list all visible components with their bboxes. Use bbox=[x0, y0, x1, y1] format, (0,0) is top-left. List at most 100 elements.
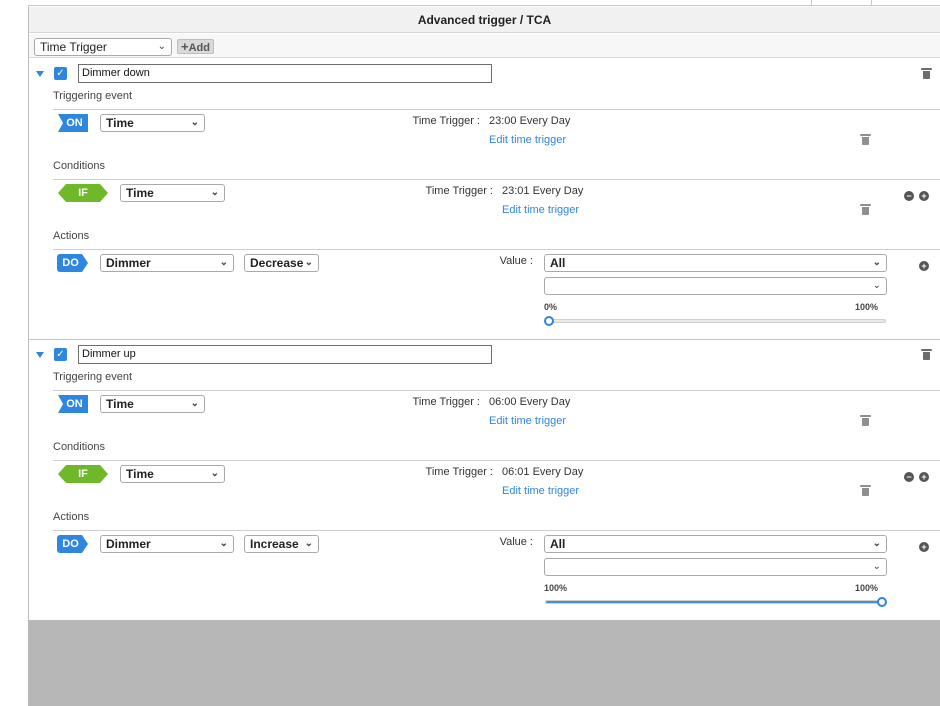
value-slider-handle[interactable] bbox=[877, 597, 887, 607]
divider bbox=[53, 390, 940, 391]
chevron-down-icon: ⌄ bbox=[872, 561, 881, 572]
collapse-caret-icon[interactable] bbox=[36, 352, 44, 358]
chevron-down-icon: ⌄ bbox=[872, 280, 881, 291]
value-slider-fill bbox=[546, 601, 881, 603]
divider bbox=[53, 109, 940, 110]
value-select[interactable]: All ⌄ bbox=[544, 535, 887, 553]
time-trigger-value: 06:01 Every Day bbox=[502, 466, 584, 478]
chevron-down-icon: ⌄ bbox=[872, 257, 881, 268]
time-trigger-label: Time Trigger : bbox=[425, 466, 493, 478]
delete-trigger-icon[interactable] bbox=[860, 134, 871, 145]
action-operation-select[interactable]: Increase ⌄ bbox=[244, 535, 319, 553]
trigger-panel bbox=[28, 6, 940, 620]
chevron-down-icon: ⌄ bbox=[190, 398, 199, 409]
chevron-down-icon: ⌄ bbox=[219, 257, 228, 268]
slider-max-label: 100% bbox=[855, 302, 879, 312]
rule-enabled-checkbox[interactable]: ✓ bbox=[54, 67, 67, 80]
empty-area bbox=[28, 620, 940, 706]
delete-condition-icon[interactable] bbox=[860, 485, 871, 496]
rule-name-input[interactable]: Dimmer up bbox=[78, 345, 492, 364]
time-trigger-label: Time Trigger : bbox=[425, 185, 493, 197]
section-label-trigger: Triggering event bbox=[53, 90, 133, 102]
time-trigger-value: 23:01 Every Day bbox=[502, 185, 584, 197]
condition-select[interactable]: Time ⌄ bbox=[120, 184, 225, 202]
delete-condition-icon[interactable] bbox=[860, 204, 871, 215]
do-badge: DO bbox=[57, 254, 88, 272]
chevron-down-icon: ⌄ bbox=[210, 468, 219, 479]
value-select-value: All bbox=[550, 256, 566, 270]
value-label: Value : bbox=[499, 536, 533, 548]
minus-circle-icon[interactable]: − bbox=[904, 191, 914, 201]
delete-trigger-icon[interactable] bbox=[860, 415, 871, 426]
time-trigger-value: 23:00 Every Day bbox=[489, 115, 571, 127]
trigger-type-value: Time Trigger bbox=[40, 40, 107, 54]
chevron-down-icon: ⌄ bbox=[157, 41, 166, 52]
condition-value: Time bbox=[126, 467, 154, 481]
action-device-value: Dimmer bbox=[106, 537, 151, 551]
condition-select[interactable]: Time ⌄ bbox=[120, 465, 225, 483]
plus-circle-icon[interactable]: + bbox=[919, 472, 929, 482]
action-operation-value: Decrease bbox=[250, 256, 304, 270]
value-slider-track[interactable] bbox=[549, 319, 886, 323]
slider-min-label: 0% bbox=[544, 302, 558, 312]
top-tab-divider bbox=[811, 0, 812, 5]
edit-time-trigger-link[interactable]: Edit time trigger bbox=[502, 485, 579, 497]
action-device-select[interactable]: Dimmer ⌄ bbox=[100, 535, 234, 553]
divider bbox=[53, 249, 940, 250]
section-label-conditions: Conditions bbox=[53, 160, 105, 172]
section-label-actions: Actions bbox=[53, 230, 90, 242]
if-badge: IF bbox=[58, 465, 108, 483]
section-label-actions: Actions bbox=[53, 511, 90, 523]
trigger-event-select[interactable]: Time ⌄ bbox=[100, 395, 205, 413]
value-select-value: All bbox=[550, 537, 566, 551]
edit-time-trigger-link[interactable]: Edit time trigger bbox=[489, 134, 566, 146]
delete-rule-icon[interactable] bbox=[921, 68, 932, 79]
do-badge: DO bbox=[57, 535, 88, 553]
trigger-event-value: Time bbox=[106, 397, 134, 411]
trigger-event-value: Time bbox=[106, 116, 134, 130]
plus-icon: + bbox=[181, 39, 189, 54]
value-slider-track[interactable] bbox=[545, 600, 882, 604]
time-trigger-label: Time Trigger : bbox=[412, 115, 480, 127]
action-device-select[interactable]: Dimmer ⌄ bbox=[100, 254, 234, 272]
chevron-down-icon: ⌄ bbox=[210, 187, 219, 198]
value-select-secondary[interactable]: ⌄ bbox=[544, 558, 887, 576]
chevron-down-icon: ⌄ bbox=[190, 117, 199, 128]
value-select-secondary[interactable]: ⌄ bbox=[544, 277, 887, 295]
trigger-type-select[interactable]: Time Trigger ⌄ bbox=[34, 38, 172, 56]
trigger-event-select[interactable]: Time ⌄ bbox=[100, 114, 205, 132]
time-trigger-value: 06:00 Every Day bbox=[489, 396, 571, 408]
value-label: Value : bbox=[499, 255, 533, 267]
delete-rule-icon[interactable] bbox=[921, 349, 932, 360]
action-operation-select[interactable]: Decrease ⌄ bbox=[244, 254, 319, 272]
add-button[interactable]: +Add bbox=[177, 39, 214, 54]
chevron-down-icon: ⌄ bbox=[304, 538, 313, 549]
section-label-trigger: Triggering event bbox=[53, 371, 133, 383]
value-slider-handle[interactable] bbox=[544, 316, 554, 326]
chevron-down-icon: ⌄ bbox=[304, 257, 313, 268]
rule-enabled-checkbox[interactable]: ✓ bbox=[54, 348, 67, 361]
slider-max-label: 100% bbox=[855, 583, 879, 593]
divider bbox=[53, 179, 940, 180]
divider bbox=[53, 530, 940, 531]
value-select[interactable]: All ⌄ bbox=[544, 254, 887, 272]
time-trigger-label: Time Trigger : bbox=[412, 396, 480, 408]
minus-circle-icon[interactable]: − bbox=[904, 472, 914, 482]
chevron-down-icon: ⌄ bbox=[872, 538, 881, 549]
collapse-caret-icon[interactable] bbox=[36, 71, 44, 77]
action-operation-value: Increase bbox=[250, 537, 299, 551]
chevron-down-icon: ⌄ bbox=[219, 538, 228, 549]
plus-circle-icon[interactable]: + bbox=[919, 261, 929, 271]
edit-time-trigger-link[interactable]: Edit time trigger bbox=[489, 415, 566, 427]
plus-circle-icon[interactable]: + bbox=[919, 191, 929, 201]
add-label: Add bbox=[188, 42, 210, 54]
panel-title: Advanced trigger / TCA bbox=[29, 7, 940, 33]
rule-divider bbox=[29, 339, 940, 340]
top-tab-divider bbox=[871, 0, 872, 5]
edit-time-trigger-link[interactable]: Edit time trigger bbox=[502, 204, 579, 216]
plus-circle-icon[interactable]: + bbox=[919, 542, 929, 552]
condition-value: Time bbox=[126, 186, 154, 200]
rule-name-input[interactable]: Dimmer down bbox=[78, 64, 492, 83]
if-badge: IF bbox=[58, 184, 108, 202]
section-label-conditions: Conditions bbox=[53, 441, 105, 453]
